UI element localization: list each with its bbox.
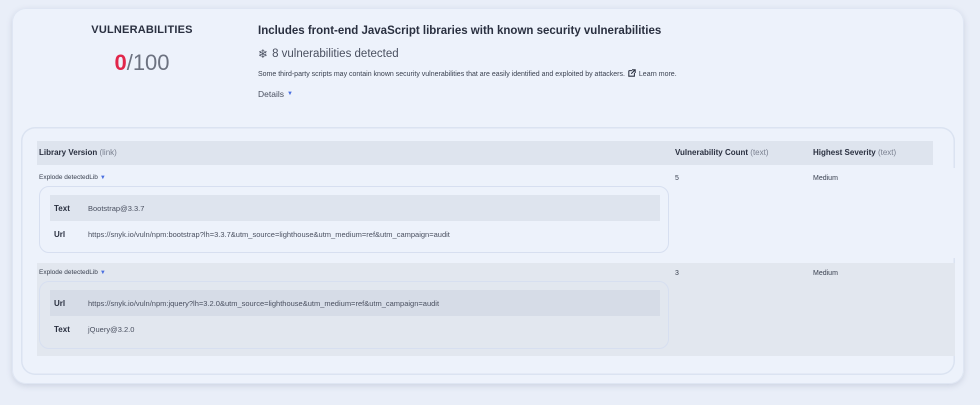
column-header-library: Library Version (link) xyxy=(39,148,117,157)
explode-toggle[interactable]: Explode detectedLib ▼ xyxy=(39,269,106,276)
subtable-row: Url https://snyk.io/vuln/npm:jquery?lh=3… xyxy=(50,290,660,316)
table-row: Explode detectedLib ▼ 3 Medium Url https… xyxy=(37,263,955,356)
caret-down-icon: ▼ xyxy=(99,174,106,181)
caret-down-icon: ▼ xyxy=(99,269,106,276)
score-max: /100 xyxy=(126,50,170,75)
library-subtable: Url https://snyk.io/vuln/npm:jquery?lh=3… xyxy=(39,281,669,349)
learn-more-link[interactable]: Learn more. xyxy=(639,71,677,78)
subtable-link[interactable]: https://snyk.io/vuln/npm:bootstrap?lh=3.… xyxy=(88,230,450,239)
vulnerability-table: Library Version (link) Vulnerability Cou… xyxy=(21,127,955,375)
external-link-icon[interactable] xyxy=(628,69,636,79)
explode-toggle[interactable]: Explode detectedLib ▼ xyxy=(39,174,106,181)
score-number: 0 xyxy=(114,50,127,75)
explode-label: Explode detectedLib xyxy=(39,174,98,181)
details-label: Details xyxy=(258,89,284,99)
score-label: VULNERABILITIES xyxy=(91,24,193,36)
library-subtable: Text Bootstrap@3.3.7 Url https://snyk.io… xyxy=(39,186,669,253)
column-header-count: Vulnerability Count (text) xyxy=(675,148,769,157)
table-header: Library Version (link) Vulnerability Cou… xyxy=(37,141,933,165)
severity-cell: Medium xyxy=(813,175,838,182)
subtable-row: Text jQuery@3.2.0 xyxy=(50,316,660,342)
column-header-severity: Highest Severity (text) xyxy=(813,148,897,157)
vulnerability-count-cell: 3 xyxy=(675,270,679,277)
score-value: 0/100 xyxy=(72,50,212,76)
score-panel: VULNERABILITIES 0/100 xyxy=(72,24,212,76)
subtable-key: Text xyxy=(54,203,70,213)
subtable-key: Text xyxy=(54,324,70,334)
audit-info: Includes front-end JavaScript libraries … xyxy=(258,25,938,99)
vulnerability-count-text: 8 vulnerabilities detected xyxy=(272,48,399,60)
subtable-key: Url xyxy=(54,298,66,308)
subtable-row: Text Bootstrap@3.3.7 xyxy=(50,195,660,221)
audit-description: Some third-party scripts may contain kno… xyxy=(258,69,938,79)
audit-description-text: Some third-party scripts may contain kno… xyxy=(258,70,625,78)
details-toggle[interactable]: Details ▼ xyxy=(258,89,938,99)
table-row: Explode detectedLib ▼ 5 Medium Text Boot… xyxy=(37,168,955,258)
severity-cell: Medium xyxy=(813,270,838,277)
caret-down-icon: ▼ xyxy=(286,91,293,97)
snowflake-icon: ❄ xyxy=(258,47,269,61)
subtable-value: jQuery@3.2.0 xyxy=(88,324,135,334)
vulnerability-count-cell: 5 xyxy=(675,175,679,182)
subtable-key: Url xyxy=(54,229,66,239)
subtable-link[interactable]: https://snyk.io/vuln/npm:jquery?lh=3.2.0… xyxy=(88,299,439,308)
subtable-row: Url https://snyk.io/vuln/npm:bootstrap?l… xyxy=(50,221,660,247)
vulnerability-count: ❄ 8 vulnerabilities detected xyxy=(258,47,938,61)
explode-label: Explode detectedLib xyxy=(39,269,98,276)
audit-title: Includes front-end JavaScript libraries … xyxy=(258,25,662,37)
audit-card: VULNERABILITIES 0/100 Includes front-end… xyxy=(12,8,964,384)
subtable-value: Bootstrap@3.3.7 xyxy=(88,203,145,213)
